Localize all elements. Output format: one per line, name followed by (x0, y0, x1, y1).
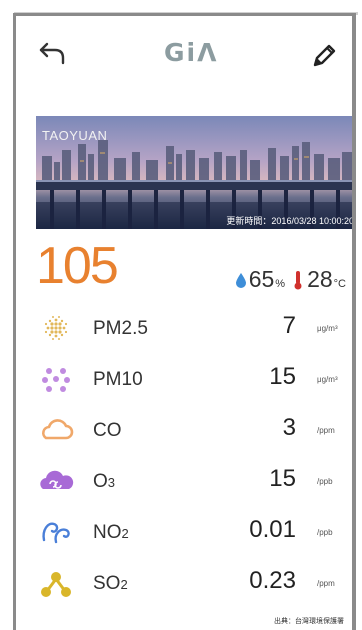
pollutant-value: 7 (282, 312, 296, 339)
pollutant-value: 0.23 (249, 567, 296, 594)
pollutant-name: NO2 (93, 522, 129, 543)
pollutant-unit: /ppm (317, 579, 335, 588)
app-header: GiΛ (16, 16, 352, 111)
back-arrow-icon[interactable] (38, 40, 68, 66)
app-screen: GiΛ TAOYUAN 更新時間：2016/03/28 10:00:20 105… (13, 13, 356, 630)
pollutant-value: 0.01 (249, 516, 296, 543)
pollutant-name: PM2.5 (93, 318, 148, 339)
molecule-icon (41, 572, 71, 597)
app-logo: GiΛ (164, 38, 219, 67)
humidity-value: 65 (248, 266, 275, 292)
city-name: TAOYUAN (42, 128, 108, 143)
city-banner: TAOYUAN 更新時間：2016/03/28 10:00:20 (36, 116, 354, 229)
pollutant-name: PM10 (93, 369, 143, 390)
pollutant-row-co[interactable]: CO 3 /ppm (16, 412, 352, 452)
humidity-unit: % (275, 278, 286, 290)
weather-summary: 65 % 28 °C (235, 266, 346, 294)
wind-swirl-icon (42, 522, 70, 544)
aqi-value: 105 (36, 237, 119, 295)
temperature-value: 28 (307, 266, 333, 292)
thermometer-icon (294, 271, 302, 290)
swirl-cloud-icon (40, 470, 74, 489)
pm10-dots-icon (42, 368, 70, 392)
water-drop-icon (235, 273, 246, 288)
pollutant-row-pm25[interactable]: PM2.5 7 μg/m³ (16, 310, 352, 350)
pollutant-value: 3 (282, 414, 296, 441)
pollutant-unit: /ppb (317, 477, 333, 486)
pollutant-unit: μg/m³ (317, 375, 338, 384)
pollutant-unit: /ppb (317, 528, 333, 537)
pollutant-unit: /ppm (317, 426, 335, 435)
pm25-dots-icon (44, 316, 68, 340)
temperature-unit: °C (333, 278, 346, 290)
pollutant-name: SO2 (93, 573, 128, 594)
pollutant-row-o3[interactable]: O3 15 /ppb (16, 463, 352, 503)
pencil-icon[interactable] (310, 42, 338, 70)
data-source-credit: 出典：台灣環境保護署 (274, 618, 344, 625)
pollutant-value: 15 (269, 465, 296, 492)
pollutant-unit: μg/m³ (317, 324, 338, 333)
pollutant-row-so2[interactable]: SO2 0.23 /ppm (16, 565, 352, 605)
pollutant-name: O3 (93, 471, 116, 492)
cloud-icon (42, 419, 74, 440)
pollutant-value: 15 (269, 363, 296, 390)
pollutant-name: CO (93, 420, 122, 441)
pollutant-row-no2[interactable]: NO2 0.01 /ppb (16, 514, 352, 554)
update-timestamp: 更新時間：2016/03/28 10:00:20 (226, 216, 354, 226)
pollutant-row-pm10[interactable]: PM10 15 μg/m³ (16, 361, 352, 401)
